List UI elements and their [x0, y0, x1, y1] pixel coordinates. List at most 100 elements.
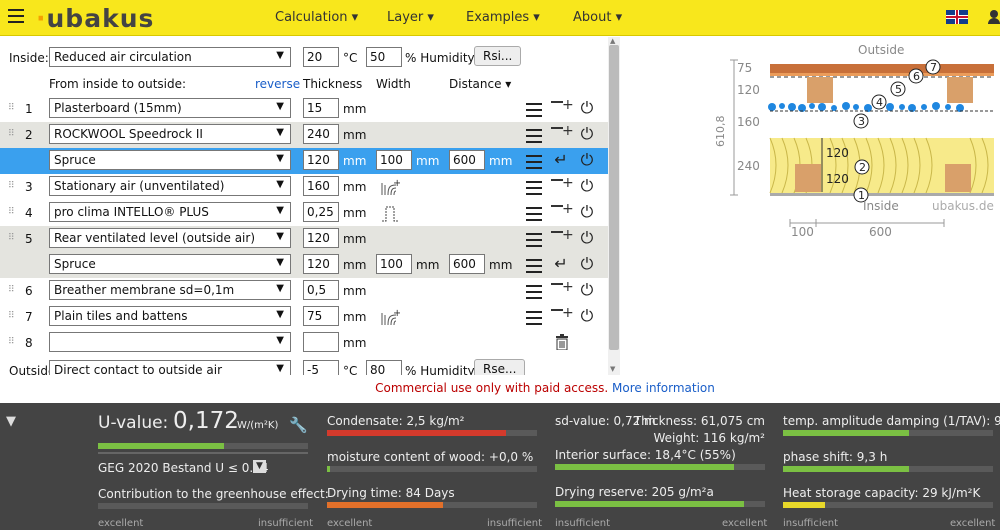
layer-menu-icon[interactable]	[526, 181, 542, 195]
power-icon[interactable]: ⏻	[578, 125, 596, 143]
user-icon[interactable]	[988, 10, 1000, 24]
menu-calculation[interactable]: Calculation ▾	[275, 10, 358, 25]
layer-menu-icon[interactable]	[526, 233, 542, 247]
add-layer-icon[interactable]	[551, 280, 574, 296]
drag-handle-icon[interactable]: ⠿	[8, 129, 15, 139]
layer-menu-icon[interactable]	[526, 155, 542, 169]
power-icon[interactable]: ⏻	[578, 255, 596, 273]
uk-flag-icon[interactable]	[946, 10, 968, 24]
drag-handle-icon[interactable]: ⠿	[8, 285, 15, 295]
trash-icon[interactable]	[555, 334, 569, 350]
layer-material-select[interactable]: Spruce ▼	[49, 150, 291, 170]
layer-material-select[interactable]: pro clima INTELLO® PLUS ▼	[49, 202, 291, 222]
add-layer-icon[interactable]	[551, 202, 574, 218]
power-icon[interactable]: ⏻	[578, 177, 596, 195]
rsi-button[interactable]: Rsi...	[474, 46, 522, 66]
drag-handle-icon[interactable]: ⠿	[8, 181, 15, 191]
drag-handle-icon[interactable]: ⠿	[8, 233, 15, 243]
layer-number: 2	[25, 128, 33, 142]
batten	[947, 77, 973, 103]
return-arrow-icon[interactable]: ↵	[552, 255, 570, 273]
thickness-input[interactable]: 0,25	[303, 202, 339, 222]
thickness-input[interactable]: 120	[303, 254, 339, 274]
layer-menu-icon[interactable]	[526, 207, 542, 221]
layer-material-select[interactable]: ROCKWOOL Speedrock II ▼	[49, 124, 291, 144]
power-icon[interactable]: ⏻	[578, 229, 596, 247]
add-layer-icon[interactable]	[551, 98, 574, 114]
thickness-input[interactable]: 0,5	[303, 280, 339, 300]
thickness-input[interactable]: 15	[303, 98, 339, 118]
layer-material-select[interactable]: Stationary air (unventilated) ▼	[49, 176, 291, 196]
hatch-icon[interactable]: +	[380, 307, 400, 327]
uvalue-label: U-value:	[98, 413, 169, 433]
app-logo[interactable]: ·ubakus	[36, 4, 154, 33]
return-arrow-icon[interactable]: ↵	[552, 151, 570, 169]
distance-input[interactable]: 600	[449, 150, 485, 170]
add-layer-icon[interactable]	[551, 176, 574, 192]
collapse-triangle-icon[interactable]: ▼	[6, 414, 16, 429]
condensate-label: Condensate: 2,5 kg/m²	[327, 414, 465, 428]
distance-header[interactable]: Distance ▾	[449, 77, 511, 91]
outside-humidity-input[interactable]: 80	[366, 360, 402, 375]
layer-menu-icon[interactable]	[526, 259, 542, 273]
width-input[interactable]: 100	[376, 254, 412, 274]
layer-menu-icon[interactable]	[526, 129, 542, 143]
layer-material-select[interactable]: Plasterboard (15mm) ▼	[49, 98, 291, 118]
layer-number: 8	[25, 336, 33, 350]
inside-temp-input[interactable]: 20	[303, 47, 339, 67]
drag-handle-icon[interactable]: ⠿	[8, 103, 15, 113]
width-input[interactable]: 100	[376, 150, 412, 170]
heat-storage-bar	[783, 502, 993, 508]
unit-label: mm	[343, 102, 367, 116]
add-layer-icon[interactable]	[551, 228, 574, 244]
outside-temp-input[interactable]: -5	[303, 360, 339, 375]
drying-reserve-bar	[555, 501, 765, 507]
menu-layer[interactable]: Layer ▾	[387, 10, 434, 25]
geg-dropdown-icon[interactable]: ▼	[253, 460, 266, 473]
drag-handle-icon[interactable]: ⠿	[8, 311, 15, 321]
layer-menu-icon[interactable]	[526, 311, 542, 325]
layer-menu-icon[interactable]	[526, 285, 542, 299]
drag-handle-icon[interactable]: ⠿	[8, 207, 15, 217]
scale-excellent: excellent	[98, 518, 144, 529]
inside-condition-select[interactable]: Reduced air circulation ▼	[49, 47, 291, 67]
thickness-input[interactable]: 240	[303, 124, 339, 144]
add-layer-icon[interactable]	[551, 124, 574, 140]
thickness-input[interactable]	[303, 332, 339, 352]
power-icon[interactable]: ⏻	[578, 203, 596, 221]
membrane-icon[interactable]	[380, 203, 400, 223]
layer-menu-icon[interactable]	[526, 103, 542, 117]
layer-material-select[interactable]: Breather membrane sd=0,1m ▼	[49, 280, 291, 300]
hamburger-menu-icon[interactable]	[8, 9, 24, 23]
menu-examples[interactable]: Examples ▾	[466, 10, 540, 25]
menu-about[interactable]: About ▾	[573, 10, 622, 25]
power-icon[interactable]: ⏻	[578, 99, 596, 117]
layer-material-select[interactable]: ▼	[49, 332, 291, 352]
power-icon[interactable]: ⏻	[578, 151, 596, 169]
layer-material-select[interactable]: Plain tiles and battens ▼	[49, 306, 291, 326]
more-information-link[interactable]: More information	[612, 381, 715, 395]
thickness-input[interactable]: 120	[303, 228, 339, 248]
thickness-input[interactable]: 120	[303, 150, 339, 170]
rse-button[interactable]: Rse...	[474, 359, 526, 375]
add-layer-icon[interactable]	[551, 306, 574, 322]
hatch-icon[interactable]: +	[380, 177, 400, 197]
condensate-bar	[327, 430, 537, 436]
reverse-link[interactable]: reverse	[255, 77, 300, 91]
layer-row: ⠿ 5 Rear ventilated level (outside air) ▼…	[0, 226, 610, 278]
top-bar: ·ubakus Calculation ▾ Layer ▾ Examples ▾…	[0, 0, 1000, 36]
thickness-input[interactable]: 75	[303, 306, 339, 326]
drag-handle-icon[interactable]: ⠿	[8, 337, 15, 347]
inside-humidity-input[interactable]: 50	[366, 47, 402, 67]
distance-input[interactable]: 600	[449, 254, 485, 274]
layer-material-select[interactable]: Spruce ▼	[49, 254, 291, 274]
power-icon[interactable]: ⏻	[578, 281, 596, 299]
layer-material-select[interactable]: Rear ventilated level (outside air) ▼	[49, 228, 291, 248]
panel-scrollbar[interactable]: ▲ ▼	[608, 37, 620, 375]
thickness-input[interactable]: 160	[303, 176, 339, 196]
drying-reserve-label: Drying reserve: 205 g/m²a	[555, 485, 714, 499]
marker-6: 6	[913, 70, 920, 83]
power-icon[interactable]: ⏻	[578, 307, 596, 325]
outside-condition-select[interactable]: Direct contact to outside air ▼	[49, 360, 291, 375]
wrench-icon[interactable]: 🔧	[289, 416, 308, 434]
